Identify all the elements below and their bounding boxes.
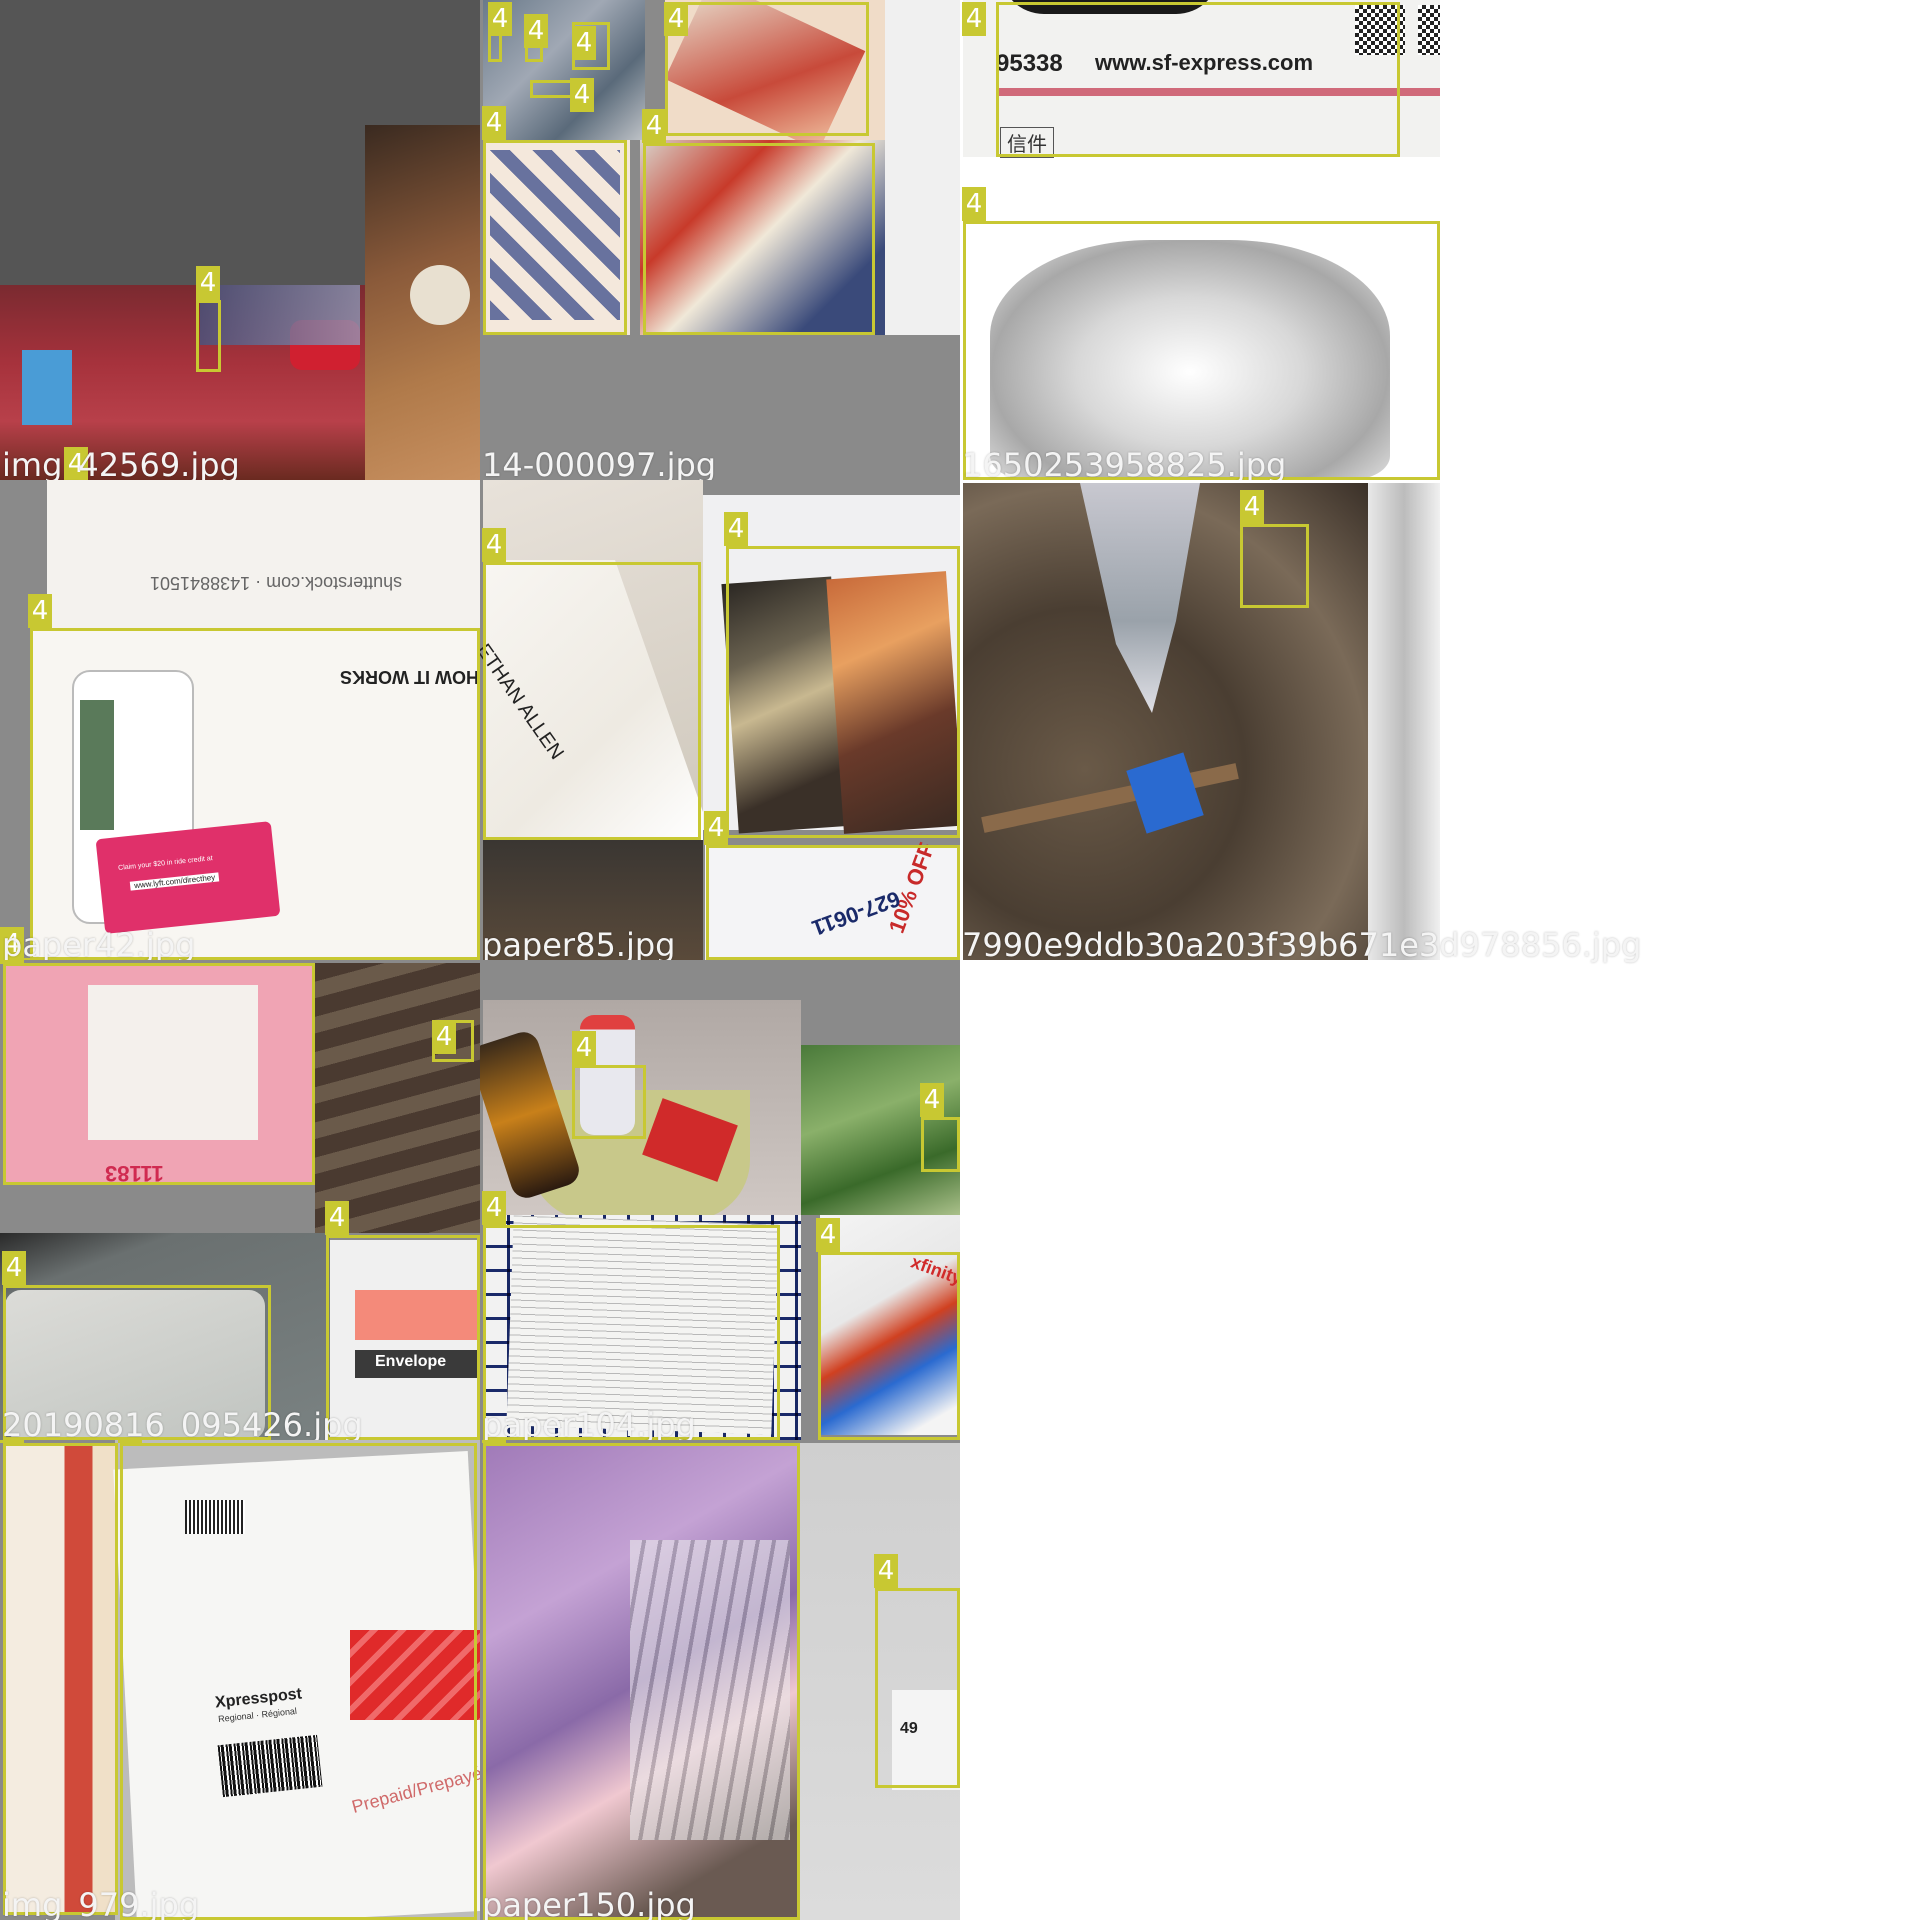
detection-class-label: 4 <box>488 2 512 36</box>
detection-class-label: 4 <box>874 1554 898 1588</box>
detection-class-label: 4 <box>0 960 24 964</box>
detection-class-label: 4 <box>920 1083 944 1117</box>
detection-box <box>1240 524 1309 608</box>
detection-class-label: 4 <box>28 594 52 628</box>
detection-class-label: 4 <box>1240 490 1264 524</box>
tile-6-side-strip <box>1368 483 1440 960</box>
detection-box <box>726 546 960 838</box>
tile-filename: paper85.jpg <box>482 926 676 960</box>
detection-class-label: 4 <box>432 1020 456 1054</box>
detection-class-label: 4 <box>816 1218 840 1252</box>
detection-box <box>196 300 221 372</box>
mosaic-tile-3: 95338 www.sf-express.com 信件 4 4 16502539… <box>960 0 1440 480</box>
detection-class-label: 4 <box>962 187 986 221</box>
detection-class-label: 4 <box>704 811 728 845</box>
detection-box <box>643 143 875 335</box>
detection-class-label: 4 <box>572 26 596 60</box>
detection-class-label: 4 <box>118 1440 142 1443</box>
mosaic-tile-7: 11183 Envelope 4 4 4 4 20190816_095426.j… <box>0 960 480 1440</box>
detection-box <box>3 963 315 1185</box>
tile-3-qr-code-2 <box>1418 5 1440 55</box>
tile-filename: 14-000097.jpg <box>482 446 717 480</box>
tile-filename: img_979.jpg <box>2 1886 200 1920</box>
detection-box <box>996 2 1400 157</box>
detection-class-label: 4 <box>482 1191 506 1225</box>
detection-box <box>30 628 480 960</box>
detection-box <box>572 1065 646 1139</box>
mosaic-tile-6: 4 7990e9ddb30a203f39b671e3d978856.jpg <box>960 480 1641 964</box>
tile-filename: paper150.jpg <box>482 1886 696 1920</box>
detection-box <box>120 1443 477 1920</box>
mosaic-tile-4: shutterstock.com · 1438841501 HOW IT WOR… <box>0 480 480 960</box>
tile-filename: paper42.jpg <box>2 926 196 960</box>
tile-filename: 20190816_095426.jpg <box>2 1406 363 1440</box>
detection-class-label: 4 <box>196 266 220 300</box>
detection-class-label: 4 <box>642 109 666 143</box>
tile-7-wall <box>315 963 480 1233</box>
detection-box <box>963 221 1440 480</box>
detection-class-label: 4 <box>2 1251 26 1285</box>
tile-1-bowl <box>410 265 470 325</box>
detection-box <box>483 562 701 840</box>
detection-box <box>665 2 869 136</box>
mosaic-tile-9: Xpresspost Regional · Régional Prepaid/P… <box>0 1440 480 1920</box>
mosaic-tile-5: ETHAN ALLEN 10% OFF 627-0611 4 4 4 paper… <box>480 480 960 960</box>
detection-box <box>875 1588 960 1788</box>
tile-2-empty-white <box>885 0 960 335</box>
detection-class-label: 4 <box>664 2 688 36</box>
tile-filename: 1650253958825.jpg <box>962 446 1287 480</box>
mosaic-tile-2: 4 4 4 4 4 4 4 14-000097.jpg <box>480 0 960 480</box>
tile-filename: 7990e9ddb30a203f39b671e3d978856.jpg <box>962 926 1642 964</box>
tile-1-window <box>200 285 360 345</box>
detection-class-label: 4 <box>325 1201 349 1235</box>
tile-4-watermark: shutterstock.com · 1438841501 <box>150 573 403 593</box>
detection-box <box>818 1252 960 1440</box>
detection-class-label: 4 <box>570 78 594 112</box>
detection-class-label: 4 <box>724 512 748 546</box>
detection-box <box>483 140 627 335</box>
detection-class-label: 4 <box>482 528 506 562</box>
detection-class-label: 4 <box>482 106 506 140</box>
detection-box <box>921 1117 960 1172</box>
mosaic-tile-10: 49 4 4 paper150.jpg <box>480 1440 960 1920</box>
mosaic-tile-8: xfinity 4 4 4 4 paper104.jpg <box>480 960 960 1440</box>
detection-class-label: 4 <box>572 1031 596 1065</box>
tile-filename: paper104.jpg <box>482 1406 696 1440</box>
detection-box <box>3 1443 118 1915</box>
tile-1-cup <box>22 350 72 425</box>
detection-class-label: 4 <box>962 2 986 36</box>
detection-box <box>706 845 960 960</box>
detection-class-label: 4 <box>482 1440 506 1443</box>
tile-filename: img_42569.jpg <box>2 446 240 480</box>
detection-box <box>483 1443 800 1920</box>
detection-class-label: 4 <box>524 14 548 48</box>
detection-class-label: 4 <box>0 1440 24 1443</box>
mosaic-tile-1: 4 4 img_42569.jpg <box>0 0 480 480</box>
